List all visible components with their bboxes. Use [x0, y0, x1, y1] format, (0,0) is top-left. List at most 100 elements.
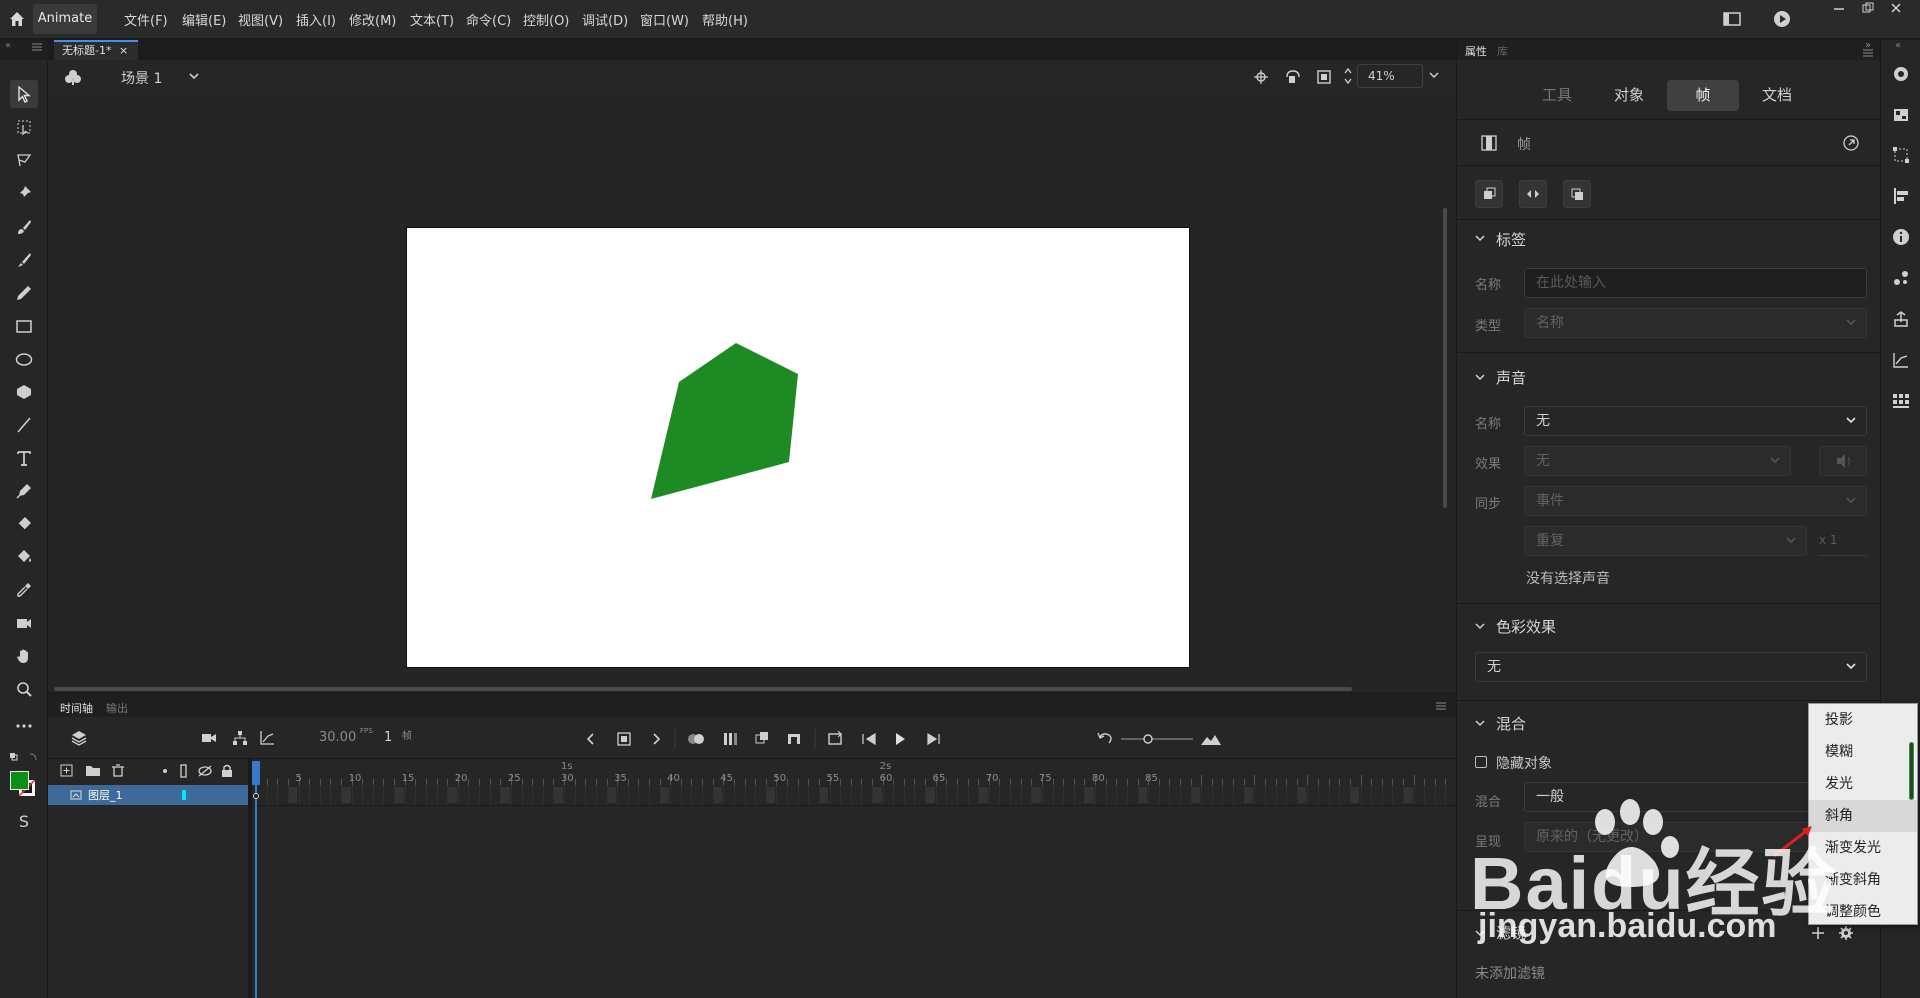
swatches-icon[interactable] [1892, 392, 1910, 410]
menu-text[interactable]: 文本(T) [410, 10, 454, 29]
motion-presets-icon[interactable] [1892, 65, 1910, 83]
sound-sync-select[interactable]: 事件 [1524, 486, 1867, 516]
layer-row[interactable]: 图层_1 [48, 785, 248, 805]
blend-section-title[interactable]: 混合 [1496, 713, 1526, 734]
zoom-dropdown-icon[interactable] [1429, 72, 1439, 79]
menu-item-bevel[interactable]: 斜角 [1809, 800, 1917, 832]
camera-tool-icon[interactable] [10, 609, 38, 637]
motion-editor-icon[interactable] [1892, 351, 1910, 369]
add-filter-icon[interactable] [1811, 926, 1825, 940]
layer-name[interactable]: 图层_1 [88, 787, 123, 803]
menu-item-adjust-color[interactable]: 调整颜色 [1809, 896, 1917, 928]
pen-tool-icon[interactable] [10, 477, 38, 505]
home-icon[interactable] [8, 10, 26, 28]
tab-frame[interactable]: 帧 [1667, 80, 1739, 111]
layer-parenting-icon[interactable] [232, 730, 248, 746]
chevron-down-icon[interactable] [1475, 234, 1485, 242]
menu-insert[interactable]: 插入(I) [296, 10, 336, 29]
more-tools-icon[interactable] [10, 712, 38, 740]
center-stage-icon[interactable] [1253, 69, 1269, 85]
library-icon[interactable] [1892, 106, 1910, 124]
menu-item-drop-shadow[interactable]: 投影 [1809, 704, 1917, 736]
menu-item-blur[interactable]: 模糊 [1809, 736, 1917, 768]
panel-menu-icon[interactable] [32, 43, 42, 51]
label-section-title[interactable]: 标签 [1496, 229, 1526, 250]
menu-window[interactable]: 窗口(W) [640, 10, 689, 29]
chevron-down-icon[interactable] [1475, 929, 1485, 937]
chevron-down-icon[interactable] [1475, 373, 1485, 381]
current-frame[interactable]: 1 [384, 730, 392, 745]
menu-file[interactable]: 文件(F) [124, 10, 168, 29]
rotation-tool-icon[interactable] [1284, 69, 1302, 85]
doc-tab[interactable]: 无标题-1* × [54, 40, 138, 60]
tab-tool[interactable]: 工具 [1542, 84, 1572, 105]
stage[interactable] [406, 227, 1190, 668]
swap-colors-icon[interactable] [6, 750, 42, 768]
collapse-icon[interactable]: « [1895, 40, 1901, 51]
timeline-menu-icon[interactable] [1436, 702, 1446, 710]
layers-icon[interactable] [70, 729, 88, 747]
hand-tool-icon[interactable] [10, 642, 38, 670]
oval-tool-icon[interactable] [10, 345, 38, 373]
color-effect-select[interactable]: 无 [1475, 652, 1867, 682]
color-swatches[interactable] [10, 771, 38, 799]
sound-section-title[interactable]: 声音 [1496, 367, 1526, 388]
paint-bucket-tool-icon[interactable] [10, 543, 38, 571]
reverse-frames-button[interactable] [1519, 180, 1547, 208]
align-panel-icon[interactable] [1892, 187, 1910, 205]
stage-horizontal-scrollbar[interactable] [54, 687, 1352, 691]
test-movie-icon[interactable] [1773, 10, 1791, 28]
info-panel-icon[interactable] [1892, 228, 1910, 246]
menu-control[interactable]: 控制(O) [523, 10, 569, 29]
polystar-tool-icon[interactable] [10, 378, 38, 406]
scene-dropdown-icon[interactable] [188, 72, 200, 80]
layer-color-swatch[interactable] [182, 790, 186, 800]
keyframe-marker[interactable] [253, 793, 259, 799]
sound-repeat-count[interactable]: x 1 [1819, 533, 1838, 547]
scene-icon[interactable] [64, 68, 82, 86]
chevron-down-icon[interactable] [1475, 719, 1485, 727]
scene-label[interactable]: 场景 1 [121, 68, 162, 88]
zoom-stepper-icon[interactable] [1343, 65, 1353, 87]
tab-object[interactable]: 对象 [1614, 84, 1644, 105]
paint-brush-tool-icon[interactable] [10, 213, 38, 241]
eraser-tool-icon[interactable] [10, 510, 38, 538]
hide-object-checkbox[interactable] [1475, 756, 1487, 768]
tab-timeline[interactable]: 时间轴 [60, 700, 93, 716]
zoom-field[interactable]: 41% [1357, 64, 1423, 88]
transform-panel-icon[interactable] [1892, 146, 1910, 164]
app-name[interactable]: Animate [33, 4, 97, 34]
tab-library[interactable]: 库 [1497, 43, 1508, 59]
menu-commands[interactable]: 命令(C) [466, 10, 511, 29]
workspace-icon[interactable] [1723, 11, 1741, 27]
fps-value[interactable]: 30.00 [319, 730, 356, 745]
menu-modify[interactable]: 修改(M) [349, 10, 396, 29]
clip-content-icon[interactable] [1316, 69, 1332, 85]
label-name-input[interactable]: 在此处输入 [1524, 268, 1867, 298]
tab-properties[interactable]: 属性 [1465, 43, 1487, 59]
menu-item-gradient-bevel[interactable]: 渐变斜角 [1809, 864, 1917, 896]
doc-tab-close-icon[interactable]: × [119, 44, 128, 57]
collapse-icon[interactable]: « [5, 40, 11, 51]
zoom-tool-icon[interactable] [10, 675, 38, 703]
menu-scrollbar[interactable] [1909, 742, 1914, 800]
paste-frames-button[interactable] [1563, 180, 1591, 208]
edit-sound-button[interactable] [1819, 446, 1867, 476]
menu-help[interactable]: 帮助(H) [702, 10, 748, 29]
menu-debug[interactable]: 调试(D) [582, 10, 628, 29]
color-effect-section-title[interactable]: 色彩效果 [1496, 616, 1556, 637]
brush-tool-icon[interactable] [10, 246, 38, 274]
frame-ruler[interactable]: 5 10 15 20 25 30 35 40 45 50 55 60 65 70 75 80 85 1s 2s [252, 759, 1456, 785]
menu-edit[interactable]: 编辑(E) [182, 10, 226, 29]
camera-icon[interactable] [201, 731, 217, 745]
graph-editor-icon[interactable] [259, 730, 275, 746]
label-type-select[interactable]: 名称 [1524, 308, 1867, 338]
text-tool-icon[interactable] [10, 444, 38, 472]
tab-output[interactable]: 输出 [106, 700, 128, 716]
menu-view[interactable]: 视图(V) [238, 10, 283, 29]
pin-tool-icon[interactable] [10, 179, 38, 207]
free-transform-tool-icon[interactable] [10, 113, 38, 141]
menu-item-glow[interactable]: 发光 [1809, 768, 1917, 800]
sound-repeat-select[interactable]: 重复 [1524, 526, 1807, 556]
chevron-down-icon[interactable] [1475, 622, 1485, 630]
